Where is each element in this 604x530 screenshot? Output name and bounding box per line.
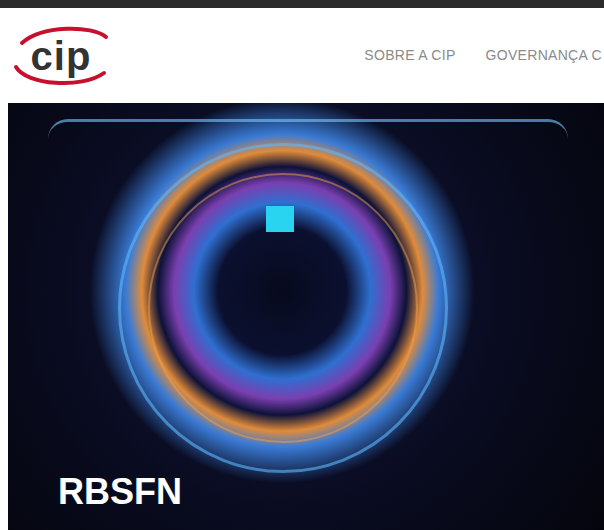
main-nav: SOBRE A CIP GOVERNANÇA C — [364, 8, 602, 103]
nav-link[interactable]: SOBRE A CIP — [364, 45, 455, 66]
cip-logo[interactable]: cip — [12, 23, 110, 89]
hero-title: RBSFN — [58, 469, 182, 514]
hero-banner: RBSFN — [8, 103, 604, 530]
nav-link[interactable]: GOVERNANÇA C — [486, 45, 602, 66]
top-bar — [0, 0, 604, 8]
hero-arc — [48, 119, 568, 159]
hero-ring — [118, 143, 448, 473]
hero-square — [266, 206, 294, 232]
logo-text: cip — [31, 36, 92, 76]
site-header: cip SOBRE A CIP GOVERNANÇA C — [0, 8, 604, 103]
